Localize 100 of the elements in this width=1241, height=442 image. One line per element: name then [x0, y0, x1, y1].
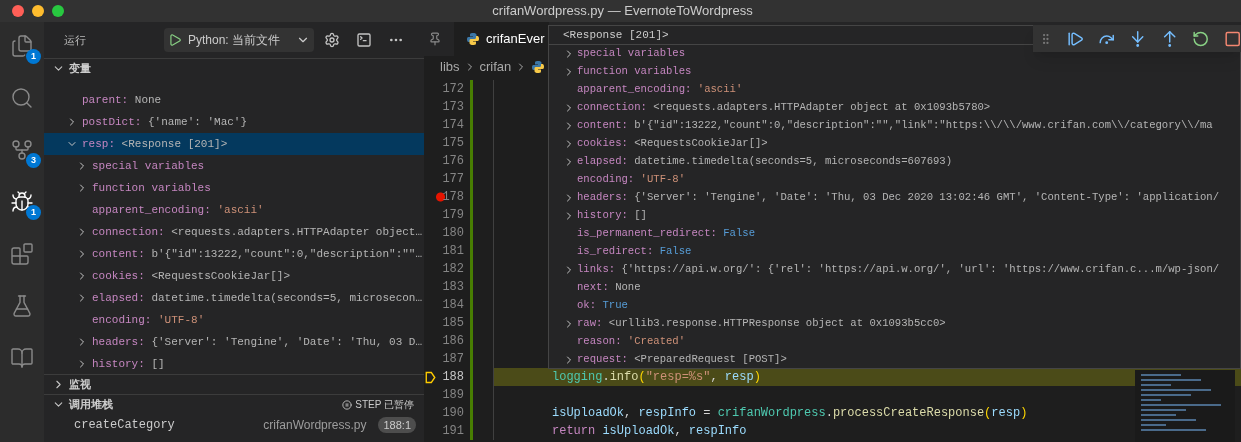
- flask-icon: [10, 294, 34, 318]
- variable-text: parent: None: [82, 92, 162, 108]
- minimap-drawing[interactable]: [1135, 370, 1235, 442]
- code-line: isUploadOk, respInfo = crifanWordpress.processCreateResponse(resp): [552, 405, 1028, 422]
- variable-text: content: b'{"id":13222,"count":0,"description":""…: [92, 246, 423, 262]
- variable-row[interactable]: history: []: [44, 353, 424, 374]
- line-number: 177: [441, 171, 464, 188]
- variable-row[interactable]: connection: <requests.adapters.HTTPAdapter object…: [44, 221, 424, 243]
- bug-icon: [10, 190, 34, 214]
- variable-text: connection: <requests.adapters.HTTPAdapter object…: [92, 224, 423, 240]
- variable-text[interactable]: special variables: [577, 46, 686, 62]
- variable-text[interactable]: links: {'https://api.w.org/': {'rel': 'https://api.w.org/', 'url': 'https://www.crifan.c...m/wp-json/: [577, 262, 1220, 278]
- variable-text[interactable]: elapsed: datetime.timedelta(seconds=5, microseconds=607693): [577, 154, 953, 170]
- count-badge: 1: [26, 205, 41, 220]
- breadcrumb-item[interactable]: libs: [440, 57, 460, 77]
- configuration-dropdown[interactable]: Python: 当前文件: [164, 28, 314, 52]
- search-icon: [10, 86, 34, 110]
- variable-row[interactable]: encoding: 'UTF-8': [44, 309, 424, 331]
- line-number: 180: [441, 225, 464, 242]
- line-number: 188: [441, 369, 464, 386]
- stack-frame-row[interactable]: createCategory crifanWordpress.py 188:1: [44, 414, 424, 436]
- variable-row[interactable]: parent: None: [44, 89, 424, 111]
- line-number: 173: [441, 99, 464, 116]
- variable-text: apparent_encoding: 'ascii': [92, 202, 264, 218]
- variable-text: history: []: [92, 356, 165, 372]
- line-number: 187: [441, 351, 464, 368]
- variable-text[interactable]: next: None: [577, 280, 641, 296]
- variable-text: resp: <Response [201]>: [82, 136, 228, 152]
- stop-icon[interactable]: [1223, 29, 1241, 48]
- panel-title: 运行: [64, 32, 86, 48]
- variable-text[interactable]: is_permanent_redirect: False: [577, 226, 756, 242]
- variable-text[interactable]: history: []: [577, 208, 647, 224]
- frame-file: crifanWordpress.py: [263, 417, 367, 434]
- settings-icon[interactable]: [324, 32, 340, 48]
- variable-text: postDict: {'name': 'Mac'}: [82, 114, 248, 130]
- line-number: 174: [441, 117, 464, 134]
- debug-console-icon[interactable]: [356, 32, 372, 48]
- book-icon: [10, 346, 34, 370]
- variable-text[interactable]: is_redirect: False: [577, 244, 692, 260]
- section-title[interactable]: 调用堆栈: [69, 396, 113, 413]
- section-title[interactable]: 监视: [69, 376, 91, 393]
- variable-row[interactable]: cookies: <RequestsCookieJar[]>: [44, 265, 424, 287]
- variable-text: encoding: 'UTF-8': [92, 312, 205, 328]
- line-number: 191: [441, 423, 464, 440]
- window-title: crifanWordpress.py — EvernoteToWordpress: [492, 2, 753, 21]
- variable-row[interactable]: content: b'{"id":13222,"count":0,"description":""…: [44, 243, 424, 265]
- variable-text[interactable]: reason: 'Created': [577, 334, 686, 350]
- restart-icon[interactable]: [1192, 29, 1210, 48]
- variable-row[interactable]: special variables: [44, 155, 424, 177]
- variable-text[interactable]: raw: <urllib3.response.HTTPResponse object at 0x1093b5cc0>: [577, 316, 946, 332]
- variable-text[interactable]: function variables: [577, 64, 692, 80]
- variable-row[interactable]: apparent_encoding: 'ascii': [44, 199, 424, 221]
- variable-row[interactable]: function variables: [44, 177, 424, 199]
- line-position-badge: 188:1: [378, 416, 416, 434]
- pause-icon: [342, 399, 353, 410]
- variable-text[interactable]: ok: True: [577, 298, 628, 314]
- line-number: 179: [441, 207, 464, 224]
- line-number: 185: [441, 315, 464, 332]
- branch-icon: [10, 138, 34, 162]
- variable-text[interactable]: content: b'{"id":13222,"count":0,"description":"","link":"https:\\/\\/www.crifan.com\\/category\\/ma: [577, 118, 1213, 134]
- close-window-button[interactable]: [12, 5, 24, 17]
- editor-tab[interactable]: crifanEver: [454, 22, 549, 56]
- line-number: 176: [441, 153, 464, 170]
- continue-icon[interactable]: [1066, 29, 1084, 48]
- variable-text[interactable]: request: <PreparedRequest [POST]>: [577, 352, 787, 368]
- python-icon: [531, 60, 546, 74]
- breadcrumb-item[interactable]: crifan: [479, 57, 512, 77]
- maximize-window-button[interactable]: [52, 5, 64, 17]
- current-line-arrow-icon: [425, 370, 436, 384]
- blocks-icon: [10, 242, 34, 266]
- variable-text: special variables: [92, 158, 205, 174]
- line-number: 181: [441, 243, 464, 260]
- frame-name: createCategory: [74, 417, 175, 434]
- line-number: 184: [441, 297, 464, 314]
- section-title[interactable]: 变量: [69, 60, 91, 77]
- variable-text: elapsed: datetime.timedelta(seconds=5, microsecon…: [92, 290, 423, 306]
- files-icon: [10, 34, 34, 58]
- variable-row[interactable]: resp: <Response [201]>: [44, 133, 424, 155]
- line-number: 186: [441, 333, 464, 350]
- minimize-window-button[interactable]: [32, 5, 44, 17]
- variable-text[interactable]: apparent_encoding: 'ascii': [577, 82, 743, 98]
- line-number: 182: [441, 261, 464, 278]
- play-icon: [168, 33, 182, 47]
- variable-text[interactable]: connection: <requests.adapters.HTTPAdapter object at 0x1093b5780>: [577, 100, 991, 116]
- line-number: 172: [441, 81, 464, 98]
- line-number: 175: [441, 135, 464, 152]
- variable-row[interactable]: elapsed: datetime.timedelta(seconds=5, microsecon…: [44, 287, 424, 309]
- variable-row[interactable]: headers: {'Server': 'Tengine', 'Date': 'Thu, 03 D…: [44, 331, 424, 353]
- variable-text[interactable]: encoding: 'UTF-8': [577, 172, 686, 188]
- variable-text[interactable]: headers: {'Server': 'Tengine', 'Date': 'Thu, 03 Dec 2020 13:02:46 GMT', 'Content-Type': 'application/: [577, 190, 1220, 206]
- variable-text: headers: {'Server': 'Tengine', 'Date': 'Thu, 03 D…: [92, 334, 423, 350]
- variable-row[interactable]: postDict: {'name': 'Mac'}: [44, 111, 424, 133]
- variable-text: function variables: [92, 180, 211, 196]
- variable-text: cookies: <RequestsCookieJar[]>: [92, 268, 291, 284]
- pin-icon[interactable]: [428, 32, 442, 46]
- count-badge: 1: [26, 49, 41, 64]
- line-number: 183: [441, 279, 464, 296]
- pause-status: STEP 已暂停: [355, 398, 414, 412]
- code-line: return isUploadOk, respInfo: [552, 423, 747, 440]
- variable-text[interactable]: cookies: <RequestsCookieJar[]>: [577, 136, 768, 152]
